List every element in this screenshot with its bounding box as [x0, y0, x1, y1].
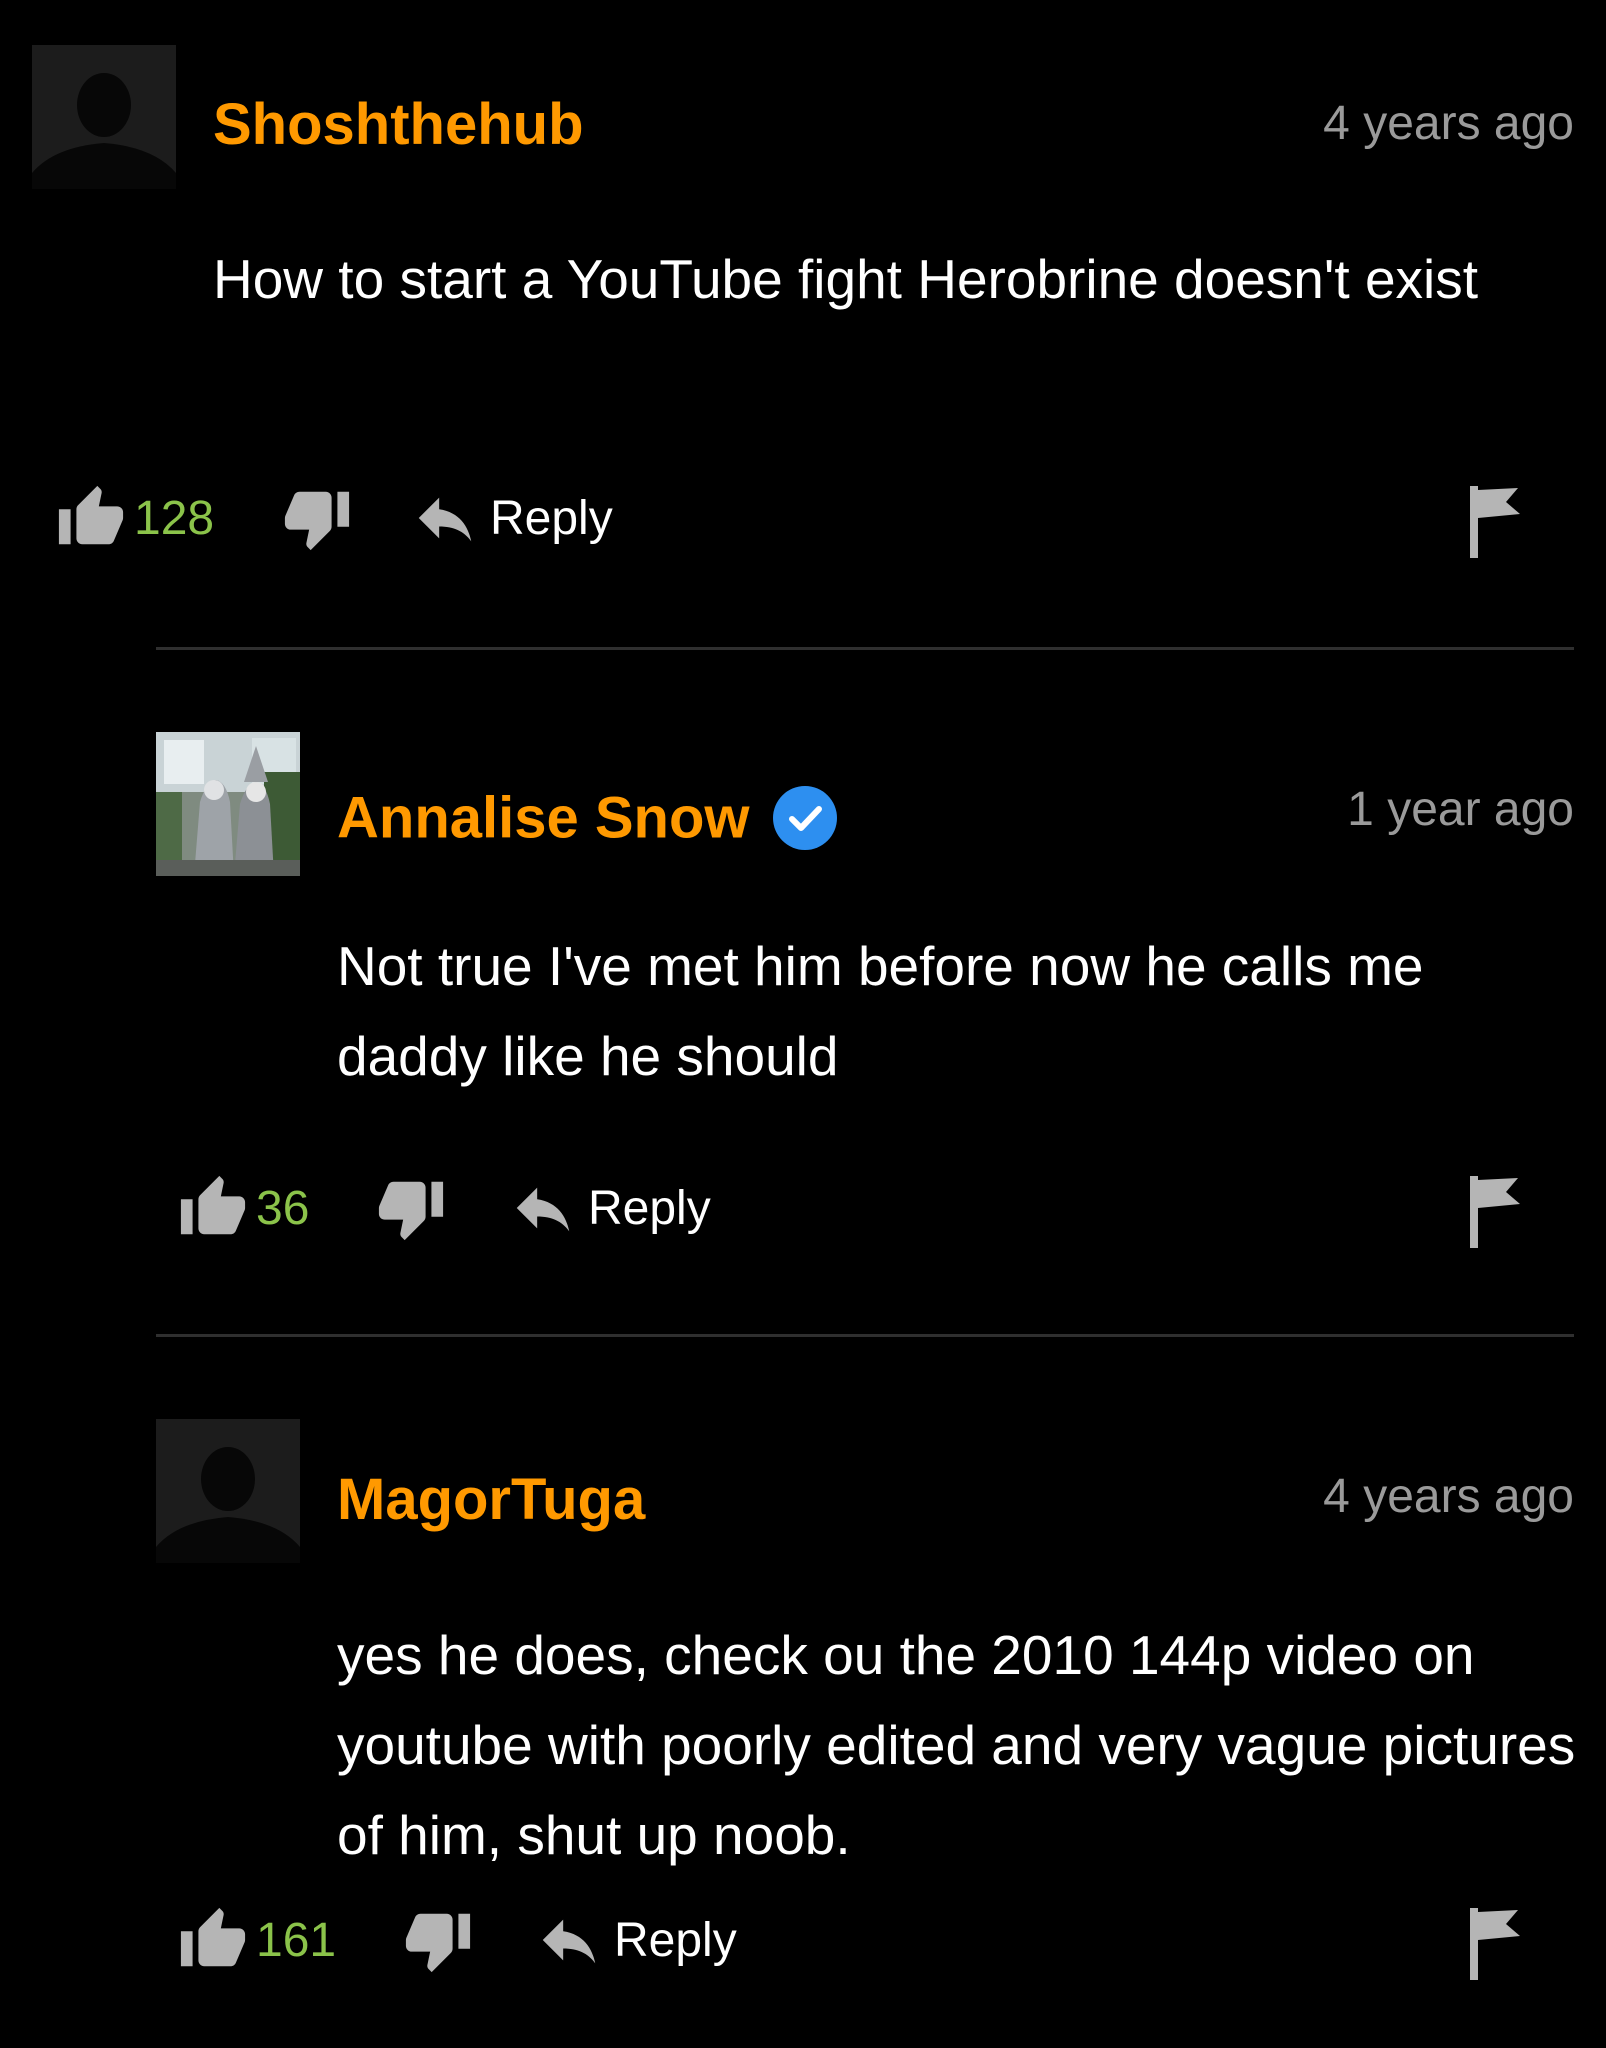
flag-button[interactable]: [1466, 478, 1522, 558]
reply-button[interactable]: Reply: [410, 478, 613, 558]
comment-actions: 161 Reply: [178, 1900, 1574, 1980]
flag-button[interactable]: [1466, 1168, 1522, 1248]
dislike-button[interactable]: [282, 478, 352, 558]
verified-badge: [770, 783, 840, 853]
flag-icon: [1470, 1908, 1520, 1980]
thumbs-down-icon: [405, 1913, 471, 1973]
comment-text: yes he does, check ou the 2010 144p vide…: [337, 1624, 1576, 1866]
avatar[interactable]: [156, 1419, 300, 1563]
comment-text: How to start a YouTube fight Herobrine d…: [213, 248, 1479, 310]
username[interactable]: Annalise Snow: [337, 785, 840, 857]
flag-icon: [1470, 1176, 1520, 1248]
timestamp: 1 year ago: [1347, 783, 1574, 836]
comment-actions: 36 Reply: [178, 1168, 1574, 1248]
thumbs-up-icon: [180, 1175, 246, 1235]
comment-actions: 128 Reply: [56, 478, 1574, 558]
thumbs-down-icon: [378, 1181, 444, 1241]
thumbs-up-icon: [180, 1907, 246, 1967]
comment-text: Not true I've met him before now he call…: [337, 935, 1424, 1087]
thumbs-down-icon: [284, 491, 350, 551]
comment-2: Annalise Snow 1 year ago Not true I've m…: [0, 650, 1606, 1330]
comment-1: Shoshthehub 4 years ago How to start a Y…: [0, 0, 1606, 640]
reply-arrow-icon: [516, 1187, 570, 1232]
default-avatar-icon: [156, 1419, 300, 1563]
timestamp: 4 years ago: [1323, 97, 1574, 150]
avatar[interactable]: [32, 45, 176, 189]
timestamp: 4 years ago: [1323, 1470, 1574, 1523]
verified-check-icon: [772, 786, 837, 850]
reply-button[interactable]: Reply: [534, 1900, 737, 1980]
reply-label: Reply: [588, 1181, 711, 1235]
username-text: Annalise Snow: [337, 785, 750, 851]
like-count: 128: [134, 491, 215, 545]
like-count: 161: [256, 1913, 337, 1967]
photo-avatar-icon: [156, 732, 300, 876]
comment-3: MagorTuga 4 years ago yes he does, check…: [0, 1337, 1606, 2048]
reply-arrow-icon: [418, 497, 472, 542]
like-button[interactable]: 128: [56, 478, 214, 558]
flag-icon: [1470, 486, 1520, 558]
dislike-button[interactable]: [376, 1168, 446, 1248]
avatar[interactable]: [156, 732, 300, 876]
like-count: 36: [256, 1181, 310, 1235]
username[interactable]: MagorTuga: [337, 1471, 645, 1529]
like-button[interactable]: 161: [178, 1900, 336, 1980]
like-button[interactable]: 36: [178, 1168, 309, 1248]
reply-label: Reply: [490, 491, 613, 545]
reply-arrow-icon: [542, 1919, 596, 1964]
reply-button[interactable]: Reply: [508, 1168, 711, 1248]
thumbs-up-icon: [58, 485, 124, 545]
dislike-button[interactable]: [403, 1900, 473, 1980]
reply-label: Reply: [614, 1913, 737, 1967]
default-avatar-icon: [32, 45, 176, 189]
username[interactable]: Shoshthehub: [213, 96, 584, 154]
flag-button[interactable]: [1466, 1900, 1522, 1980]
